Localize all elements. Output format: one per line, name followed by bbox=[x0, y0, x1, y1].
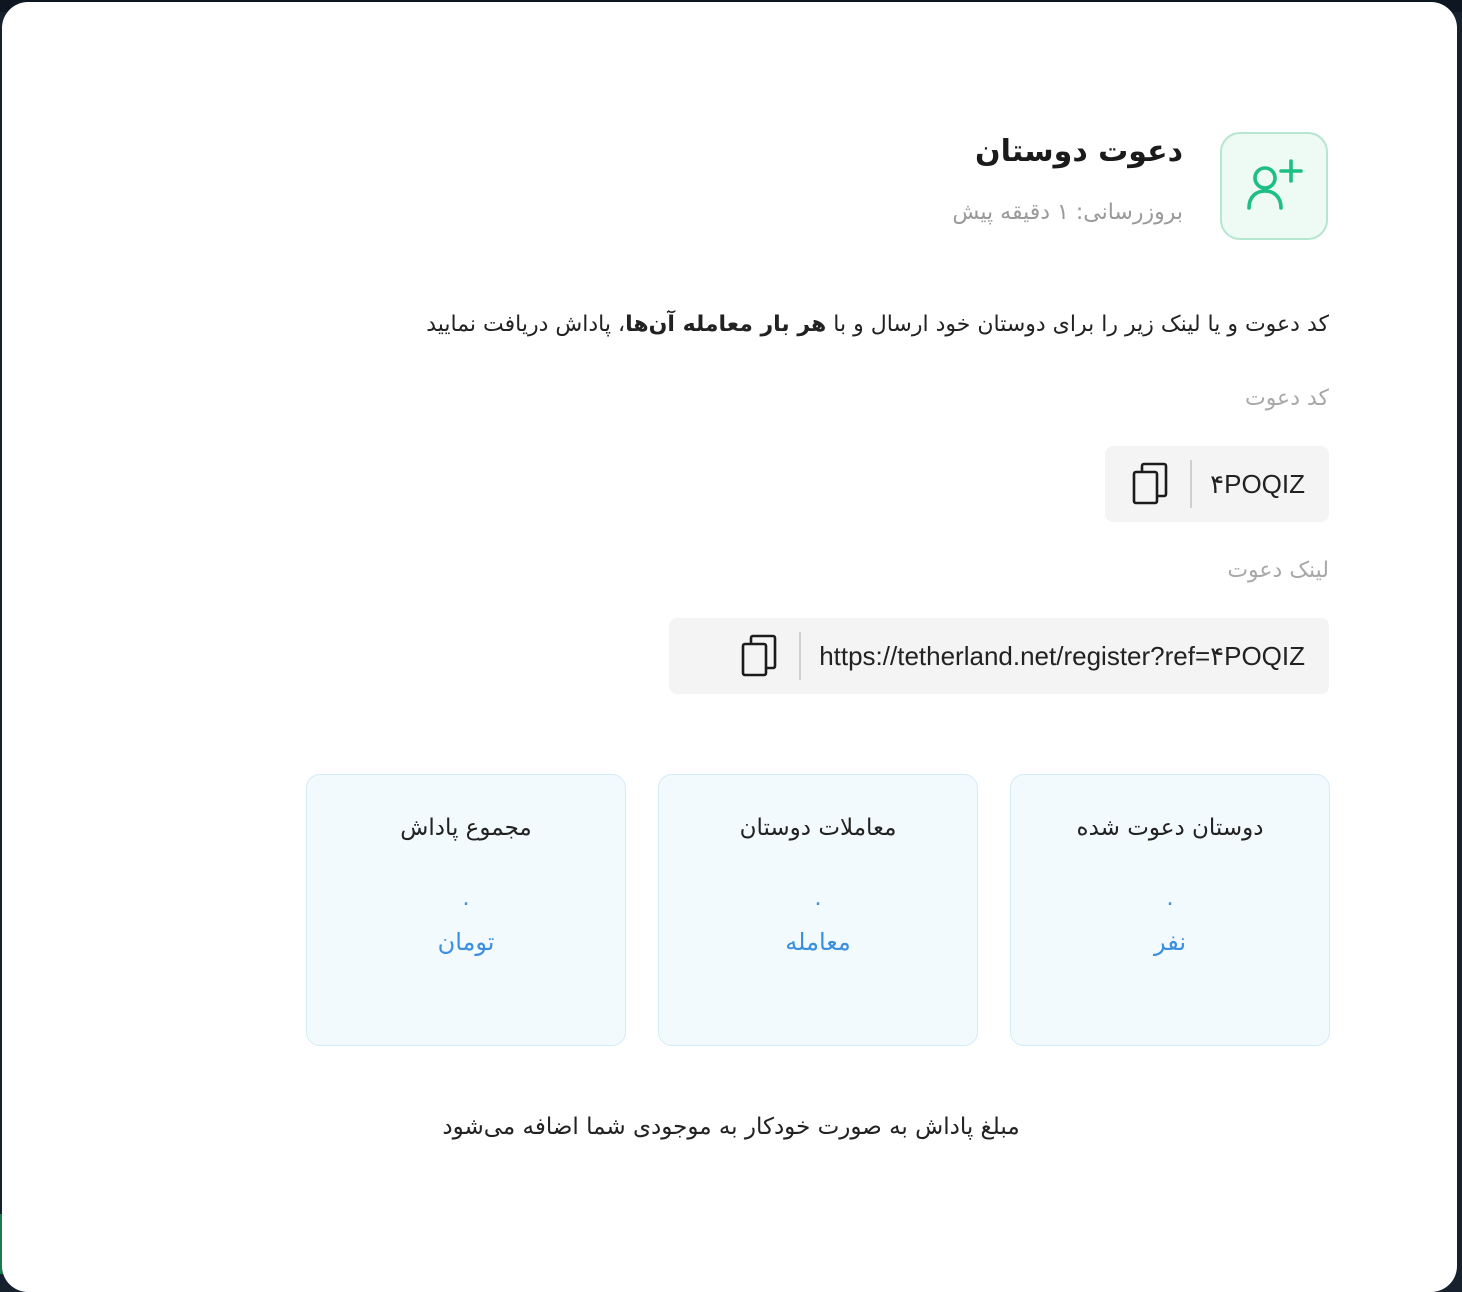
last-updated-text: بروزرسانی: ۱ دقیقه پیش bbox=[952, 200, 1183, 225]
invite-code-value: ۴POQIZ bbox=[1210, 468, 1305, 499]
stat-card-total-reward: مجموع پاداش ۰ تومان bbox=[306, 774, 626, 1046]
copy-icon bbox=[1132, 462, 1168, 505]
stat-title: دوستان دعوت شده bbox=[1076, 815, 1264, 841]
stat-value: ۰ bbox=[812, 891, 824, 916]
invite-description: کد دعوت و یا لینک زیر را برای دوستان خود… bbox=[426, 312, 1329, 337]
invite-link-label: لینک دعوت bbox=[1227, 558, 1329, 583]
invite-link-value: https://tetherland.net/register?ref=۴POQ… bbox=[819, 640, 1305, 671]
stat-value: ۰ bbox=[460, 891, 472, 916]
description-part2: ، پاداش دریافت نمایید bbox=[426, 312, 626, 337]
stat-unit: معامله bbox=[785, 928, 851, 956]
stat-title: مجموع پاداش bbox=[400, 815, 532, 841]
stat-value: ۰ bbox=[1164, 891, 1176, 916]
description-bold: هر بار معامله آن‌ها bbox=[625, 312, 827, 337]
invite-code-label: کد دعوت bbox=[1244, 386, 1329, 411]
copy-code-button[interactable] bbox=[1110, 446, 1190, 522]
stat-title: معاملات دوستان bbox=[739, 815, 897, 841]
stat-unit: نفر bbox=[1153, 928, 1187, 956]
page-title: دعوت دوستان bbox=[975, 134, 1183, 169]
copy-link-button[interactable] bbox=[719, 618, 799, 694]
stat-card-friends-trades: معاملات دوستان ۰ معامله bbox=[658, 774, 978, 1046]
user-plus-icon bbox=[1220, 132, 1328, 240]
description-part1: کد دعوت و یا لینک زیر را برای دوستان خود… bbox=[826, 312, 1329, 337]
stat-card-invited-friends: دوستان دعوت شده ۰ نفر bbox=[1010, 774, 1330, 1046]
invite-link-field: https://tetherland.net/register?ref=۴POQ… bbox=[669, 618, 1329, 694]
field-divider bbox=[1190, 460, 1193, 508]
invite-friends-modal: دعوت دوستان بروزرسانی: ۱ دقیقه پیش کد دع… bbox=[2, 2, 1457, 1292]
reward-footer-note: مبلغ پاداش به صورت خودکار به موجودی شما … bbox=[442, 1114, 1020, 1140]
invite-code-field: ۴POQIZ bbox=[1105, 446, 1329, 522]
stat-unit: تومان bbox=[437, 928, 495, 956]
copy-icon bbox=[741, 634, 777, 677]
field-divider bbox=[799, 632, 802, 680]
